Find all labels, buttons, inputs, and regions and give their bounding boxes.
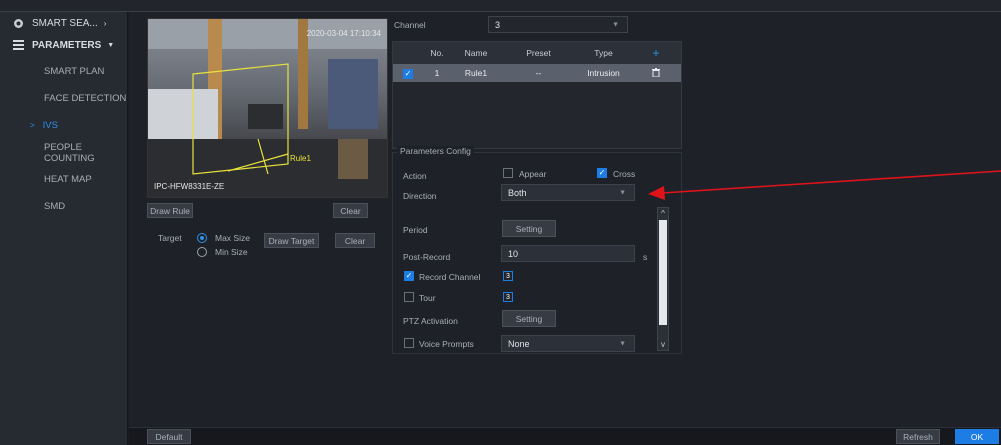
footer-bar [129,427,1001,445]
channel-select[interactable]: 3 ▼ [488,16,628,33]
ptz-setting-button[interactable]: Setting [502,310,556,327]
sidebar-smart-search[interactable]: SMART SEA... › [0,12,127,34]
tour-checkbox[interactable] [404,292,414,302]
chevron-down-icon: ▼ [107,41,115,49]
sidebar-item-label: PEOPLE COUNTING [44,141,95,164]
voice-prompts-label: Voice Prompts [419,339,474,349]
camera-scene: Rule1 [148,19,387,197]
sidebar-item-label: SMD [44,201,66,212]
sidebar-parameters[interactable]: PARAMETERS ▼ [0,34,127,56]
post-record-input[interactable]: 10 [501,245,635,262]
clear-target-button[interactable]: Clear [335,233,375,248]
refresh-button[interactable]: Refresh [896,429,940,444]
rule-label: Rule1 [290,154,311,163]
direction-label: Direction [403,191,437,201]
column-header: Name [464,48,488,58]
camera-name: IPC-HFW8331E-ZE [154,182,225,191]
ok-button[interactable]: OK [955,429,999,444]
sidebar-item-smd[interactable]: SMD [0,193,127,220]
scroll-up-icon[interactable]: ^ [658,208,668,219]
cross-label: Cross [613,169,636,179]
max-size-label: Max Size [215,233,250,243]
sidebar-item-label: FACE DETECTION [44,93,127,104]
sidebar-item-face-detection[interactable]: FACE DETECTION [0,85,127,112]
rule-name[interactable]: Rule1 [451,68,501,78]
max-size-radio[interactable] [197,233,207,243]
chevron-down-icon: ▼ [619,340,626,347]
parameters-config-title: Parameters Config [397,146,474,156]
annotation-arrow [648,170,1001,200]
config-scrollbar[interactable]: ^ v [657,207,669,351]
sidebar-item-people-counting[interactable]: PEOPLE COUNTING [0,139,127,166]
clear-rule-button[interactable]: Clear [333,203,368,218]
chevron-right-icon: > [30,121,35,130]
record-channel-number[interactable]: 3 [503,271,513,281]
rule-type[interactable]: Intrusion [576,68,631,78]
scrollbar-thumb[interactable] [659,220,667,325]
rule-enable-checkbox[interactable]: ✓ [403,68,413,79]
cross-checkbox[interactable]: ✓ [597,168,607,178]
min-size-radio[interactable] [197,247,207,257]
chevron-down-icon: ▼ [612,21,619,28]
default-button[interactable]: Default [147,429,191,444]
draw-target-button[interactable]: Draw Target [264,233,319,248]
sidebar-smart-search-label: SMART SEA... [32,17,98,29]
video-preview[interactable]: Rule1 2020-03-04 17:10:34 IPC-HFW8331E-Z… [147,18,388,198]
action-label: Action [403,171,427,181]
chevron-down-icon: ▼ [619,189,626,196]
channel-label: Channel [394,20,426,30]
delete-icon[interactable] [631,67,681,79]
rule-preset: -- [535,68,542,78]
record-channel-label: Record Channel [419,272,481,282]
tour-number[interactable]: 3 [503,292,513,302]
sidebar-item-ivs[interactable]: > IVS [0,112,127,139]
column-header: Preset [526,48,551,58]
sidebar: SMART SEA... › PARAMETERS ▼ SMART PLAN F… [0,12,128,445]
scroll-down-icon[interactable]: v [658,339,668,350]
sidebar-item-label: HEAT MAP [44,174,92,185]
target-label: Target [158,233,182,243]
appear-checkbox[interactable] [503,168,513,178]
channel-value: 3 [495,19,501,30]
appear-label: Appear [519,169,547,179]
sidebar-item-smart-plan[interactable]: SMART PLAN [0,58,127,85]
tour-label: Tour [419,293,436,303]
draw-rule-button[interactable]: Draw Rule [147,203,193,218]
add-rule-icon[interactable]: + [631,46,681,60]
post-record-unit: s [643,252,648,262]
period-label: Period [403,225,428,235]
sidebar-parameters-label: PARAMETERS [32,39,102,51]
direction-value: Both [508,187,527,198]
sidebar-item-label: IVS [42,120,58,131]
voice-prompts-select[interactable]: None ▼ [501,335,635,352]
voice-prompts-value: None [508,338,530,349]
sidebar-item-heat-map[interactable]: HEAT MAP [0,166,127,193]
chevron-right-icon: › [103,18,107,28]
table-row[interactable]: ✓ 1 Rule1 -- Intrusion [393,64,681,82]
column-header: No. [430,48,444,58]
rule-no: 1 [434,68,440,78]
post-record-label: Post-Record [403,252,451,262]
top-bar [0,0,1001,12]
record-channel-checkbox[interactable]: ✓ [404,271,414,281]
direction-select[interactable]: Both ▼ [501,184,635,201]
voice-prompts-checkbox[interactable] [404,338,414,348]
ptz-activation-label: PTZ Activation [403,316,458,326]
period-setting-button[interactable]: Setting [502,220,556,237]
min-size-label: Min Size [215,247,248,257]
column-header: Type [594,48,613,58]
search-camera-icon [12,17,24,29]
table-header: No. Name Preset Type + [393,42,681,64]
sidebar-item-label: SMART PLAN [44,66,105,77]
video-timestamp: 2020-03-04 17:10:34 [306,29,381,38]
rule-table: No. Name Preset Type + ✓ 1 Rule1 -- Intr… [392,41,682,149]
list-icon [12,39,24,51]
